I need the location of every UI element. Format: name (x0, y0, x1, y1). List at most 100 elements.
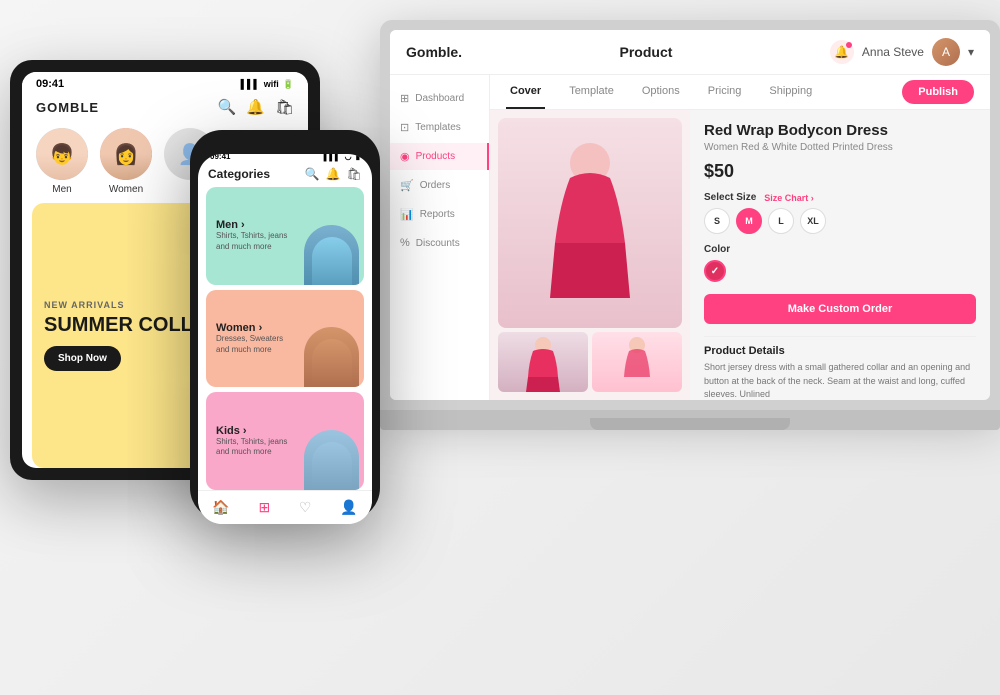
size-chart-link[interactable]: Size Chart › (764, 193, 814, 203)
sidebar-item-orders[interactable]: 🛒 Orders (390, 172, 489, 199)
phone-status-icons: ▌▌▌ ◡ ▮ (324, 154, 360, 161)
tab-cover[interactable]: Cover (506, 75, 545, 109)
category-kids-info: Kids › Shirts, Tshirts, jeans and much m… (216, 425, 296, 458)
category-men-sub: Shirts, Tshirts, jeans and much more (216, 231, 296, 252)
category-men-image (304, 225, 359, 285)
user-dropdown-icon[interactable]: ▾ (968, 45, 974, 59)
tab-options[interactable]: Options (638, 75, 684, 109)
phone-nav-heart[interactable]: ♡ (299, 499, 312, 516)
category-men-info: Men › Shirts, Tshirts, jeans and much mo… (216, 219, 296, 252)
tablet-status-bar: 09:41 ▌▌▌ wifi 🔋 (22, 72, 308, 94)
sidebar-item-dashboard[interactable]: ⊞ Dashboard (390, 85, 489, 112)
shop-now-button[interactable]: Shop Now (44, 346, 121, 371)
bell-icon[interactable]: 🔔 (246, 98, 265, 116)
avatar-item-men[interactable]: 👦 Men (36, 128, 88, 195)
category-kids[interactable]: Kids › Shirts, Tshirts, jeans and much m… (206, 392, 364, 490)
avatar-item-women[interactable]: 👩 Women (100, 128, 152, 195)
signal-icon: ▌▌▌ (241, 79, 260, 90)
size-label: Select Size Size Chart › (704, 192, 976, 203)
sidebar-item-discounts[interactable]: % Discounts (390, 230, 489, 256)
laptop-product-view: Red Wrap Bodycon Dress Women Red & White… (490, 110, 990, 400)
color-label: Color (704, 244, 976, 255)
phone-nav-grid[interactable]: ⊞ (258, 499, 270, 516)
sidebar-item-templates[interactable]: ⊡ Templates (390, 114, 489, 141)
phone-device: 09:41 ▌▌▌ ◡ ▮ Categories 🔍 🔔 🛍 Me (190, 130, 380, 520)
category-women[interactable]: Women › Dresses, Sweaters and much more (206, 290, 364, 388)
product-thumb-2[interactable] (592, 332, 682, 392)
phone-wifi-icon: ◡ (345, 154, 352, 161)
category-kids-name: Kids › (216, 425, 296, 437)
laptop-content: ⊞ Dashboard ⊡ Templates ◉ Products 🛒 (390, 75, 990, 400)
phone-battery-icon: ▮ (356, 154, 360, 161)
laptop-device: Gomble. Product 🔔 Anna Steve A ▾ (380, 20, 1000, 450)
women-label: Women (109, 184, 143, 195)
product-thumb-row (498, 332, 682, 392)
phone-bag-icon[interactable]: 🛍 (347, 167, 362, 181)
tab-shipping[interactable]: Shipping (765, 75, 816, 109)
color-options: ✓ (704, 260, 976, 282)
laptop-titlebar: Gomble. Product 🔔 Anna Steve A ▾ (390, 30, 990, 75)
laptop-sidebar: ⊞ Dashboard ⊡ Templates ◉ Products 🛒 (390, 75, 490, 400)
phone-bell-icon[interactable]: 🔔 (326, 167, 341, 181)
category-men-name: Men › (216, 219, 296, 231)
laptop-user-area: 🔔 Anna Steve A ▾ (830, 38, 974, 66)
laptop-screen: Gomble. Product 🔔 Anna Steve A ▾ (390, 30, 990, 400)
product-details-title: Product Details (704, 345, 976, 357)
tab-pricing[interactable]: Pricing (704, 75, 746, 109)
phone-screen: 09:41 ▌▌▌ ◡ ▮ Categories 🔍 🔔 🛍 Me (198, 154, 372, 524)
tablet-logo: GOMBLE (36, 100, 99, 115)
product-details-text: Short jersey dress with a small gathered… (704, 361, 976, 400)
product-price: $50 (704, 161, 976, 182)
search-icon[interactable]: 🔍 (218, 98, 237, 116)
category-men[interactable]: Men › Shirts, Tshirts, jeans and much mo… (206, 187, 364, 285)
phone-time: 09:41 (210, 154, 230, 161)
laptop-app-name: Gomble. (406, 44, 462, 60)
sidebar-label-orders: Orders (420, 180, 451, 191)
product-title: Red Wrap Bodycon Dress (704, 122, 976, 139)
tablet-header: GOMBLE 🔍 🔔 🛍 (22, 94, 308, 124)
women-avatar: 👩 (100, 128, 152, 180)
reports-icon: 📊 (400, 208, 414, 221)
sidebar-label-reports: Reports (420, 209, 455, 220)
sidebar-label-products: Products (416, 151, 455, 162)
men-face: 👦 (36, 128, 88, 180)
size-xl[interactable]: XL (800, 208, 826, 234)
category-kids-sub: Shirts, Tshirts, jeans and much more (216, 437, 296, 458)
product-details-section: Product Details Short jersey dress with … (704, 336, 976, 400)
phone-status-bar: 09:41 ▌▌▌ ◡ ▮ (198, 154, 372, 163)
laptop-main-panel: Cover Template Options Pricing Shipping … (490, 75, 990, 400)
tab-template[interactable]: Template (565, 75, 618, 109)
custom-order-button[interactable]: Make Custom Order (704, 294, 976, 324)
dress-svg (540, 143, 640, 303)
phone-notch (260, 140, 310, 154)
size-l[interactable]: L (768, 208, 794, 234)
size-s[interactable]: S (704, 208, 730, 234)
sidebar-label-dashboard: Dashboard (415, 93, 464, 104)
product-main-image (498, 118, 682, 328)
phone-nav-profile[interactable]: 👤 (340, 499, 357, 516)
laptop-base (380, 410, 1000, 430)
bag-icon[interactable]: 🛍 (275, 98, 294, 116)
laptop-bell-icon[interactable]: 🔔 (830, 40, 854, 64)
phone-search-icon[interactable]: 🔍 (305, 167, 320, 181)
phone-header-actions: 🔍 🔔 🛍 (305, 167, 362, 181)
publish-button[interactable]: Publish (902, 80, 974, 104)
tablet-status-icons: ▌▌▌ wifi 🔋 (241, 79, 294, 90)
category-kids-image (304, 430, 359, 490)
category-women-sub: Dresses, Sweaters and much more (216, 334, 296, 355)
phone-nav-home[interactable]: 🏠 (212, 499, 229, 516)
product-details-panel: Red Wrap Bodycon Dress Women Red & White… (690, 110, 990, 400)
product-thumb-1[interactable] (498, 332, 588, 392)
sidebar-item-reports[interactable]: 📊 Reports (390, 201, 489, 228)
dashboard-icon: ⊞ (400, 92, 409, 105)
laptop-section-name: Product (620, 44, 673, 60)
category-women-info: Women › Dresses, Sweaters and much more (216, 322, 296, 355)
sidebar-item-products[interactable]: ◉ Products (390, 143, 489, 170)
discounts-icon: % (400, 237, 410, 249)
phone-navigation: 🏠 ⊞ ♡ 👤 (198, 490, 372, 524)
user-avatar: A (932, 38, 960, 66)
size-options: S M L XL (704, 208, 976, 234)
size-m[interactable]: M (736, 208, 762, 234)
color-red-swatch[interactable]: ✓ (704, 260, 726, 282)
category-women-image (304, 327, 359, 387)
